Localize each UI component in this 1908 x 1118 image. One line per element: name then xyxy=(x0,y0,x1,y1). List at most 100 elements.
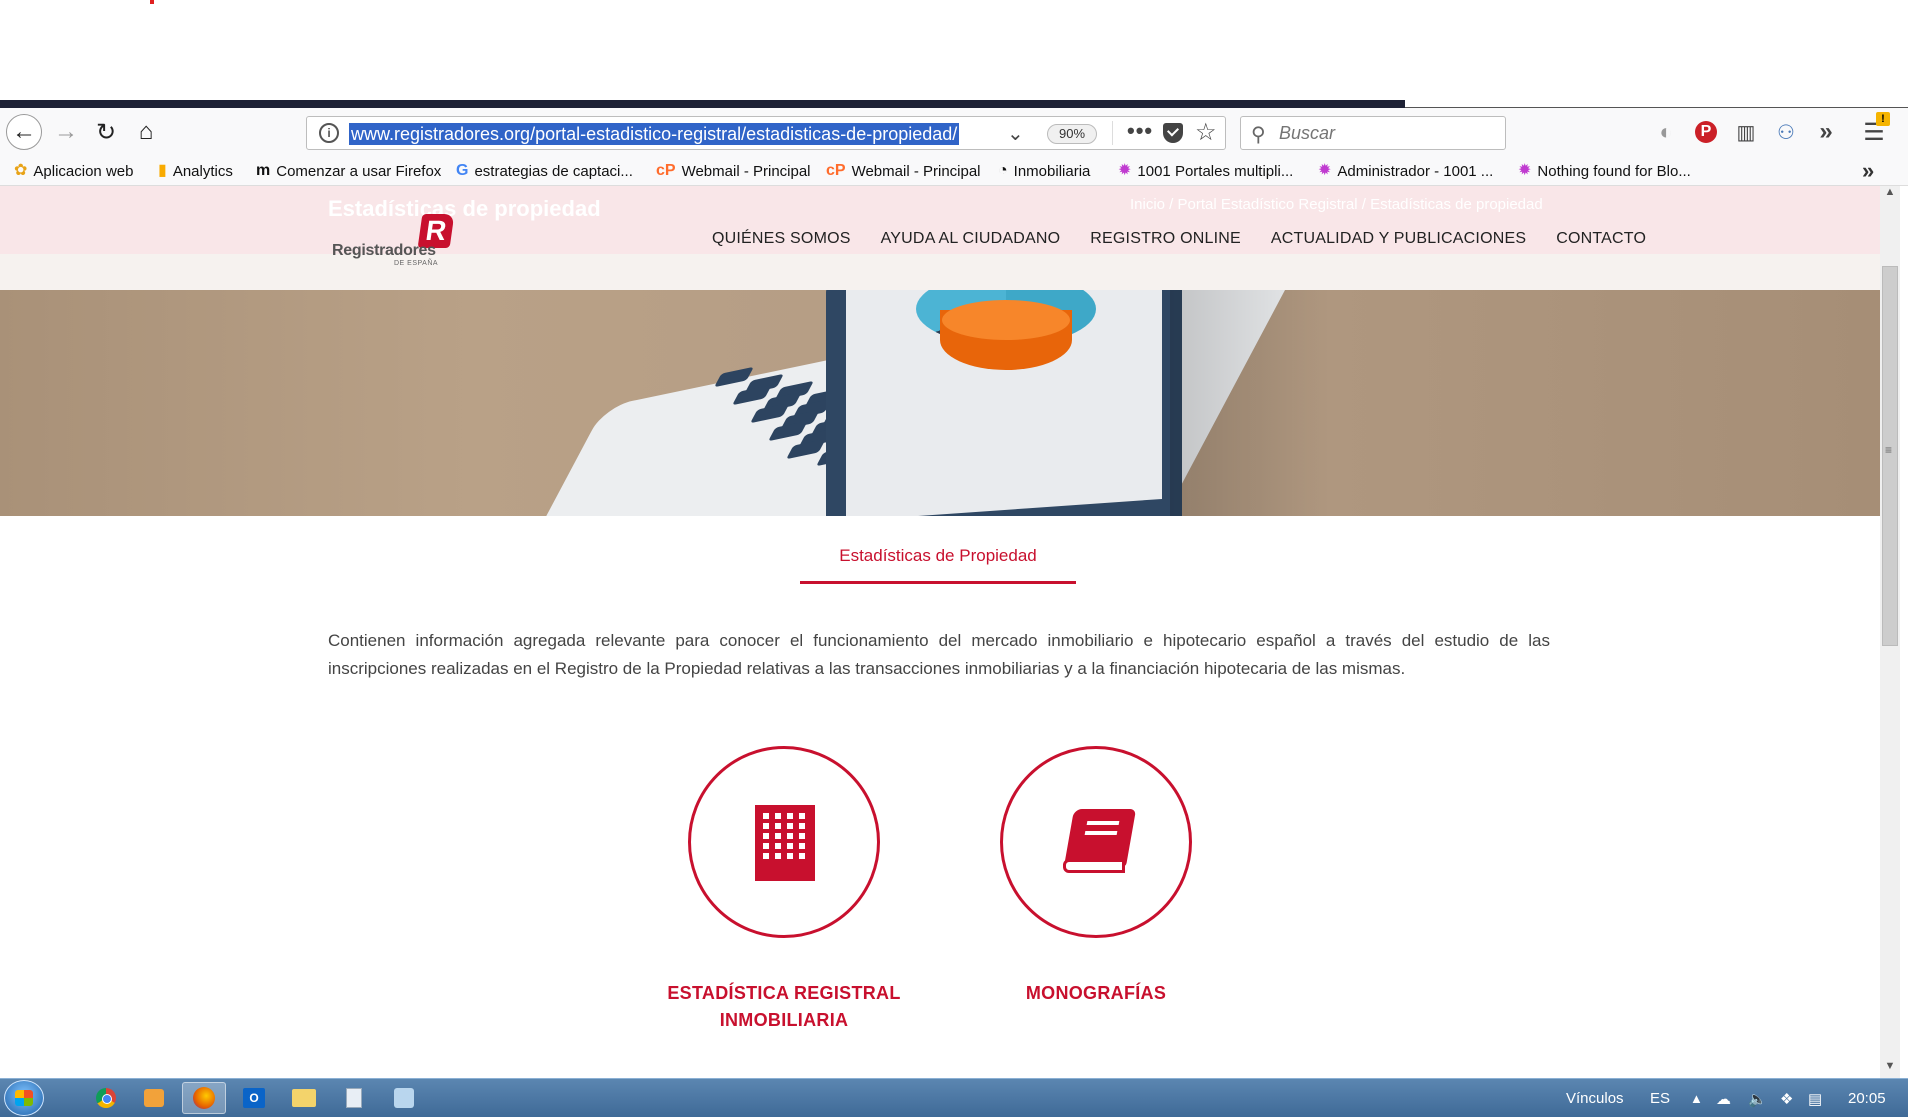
page-actions-icon[interactable]: ••• xyxy=(1127,118,1153,144)
taskbar-firefox[interactable] xyxy=(182,1082,226,1114)
bookmark-item[interactable]: ▮ Analytics xyxy=(158,161,233,181)
folder-icon xyxy=(292,1089,316,1107)
info-icon[interactable]: i xyxy=(319,123,339,143)
building-window xyxy=(799,823,805,829)
building-icon xyxy=(755,805,815,881)
overflow-chevron-icon[interactable]: » xyxy=(1812,118,1840,146)
starburst-icon: ✹ xyxy=(1318,162,1332,179)
search-input[interactable] xyxy=(1279,121,1499,145)
nav-actualidad-publicaciones[interactable]: ACTUALIDAD Y PUBLICACIONES xyxy=(1271,230,1526,248)
start-button[interactable] xyxy=(4,1080,44,1116)
windows-taskbar: O Vínculos ES ▲ ☁ 🔈 ❖ ▤ 20:05 xyxy=(0,1078,1908,1117)
building-window xyxy=(787,853,793,859)
bookmark-item[interactable]: cP Webmail - Principal xyxy=(826,161,981,181)
cpanel-icon: cP xyxy=(656,162,676,179)
taskbar-outlook[interactable]: O xyxy=(232,1082,276,1114)
account-icon[interactable]: ⚇ xyxy=(1772,118,1800,146)
card-label[interactable]: MONOGRAFÍAS xyxy=(966,980,1226,1007)
scroll-down-icon[interactable]: ▼ xyxy=(1880,1060,1900,1078)
building-window xyxy=(799,833,805,839)
zoom-indicator[interactable]: 90% xyxy=(1047,124,1097,144)
library-icon[interactable]: ▥ xyxy=(1732,118,1760,146)
extension-swoosh-icon[interactable]: ◐ xyxy=(1652,118,1680,146)
home-button[interactable]: ⌂ xyxy=(128,114,164,150)
tab-estadisticas-propiedad[interactable]: Estadísticas de Propiedad xyxy=(800,546,1076,584)
card-label[interactable]: ESTADÍSTICA REGISTRAL INMOBILIARIA xyxy=(654,980,914,1034)
building-window xyxy=(775,853,781,859)
scrollbar-thumb[interactable] xyxy=(1882,266,1898,646)
site-header-lower xyxy=(0,254,1880,290)
bookmark-item[interactable]: ✹ Nothing found for Blo... xyxy=(1518,161,1691,181)
taskbar-explorer[interactable] xyxy=(282,1082,326,1114)
hero-banner-image xyxy=(0,290,1880,516)
building-window xyxy=(763,813,769,819)
keyboard-key xyxy=(768,420,808,442)
site-logo[interactable]: R Registradores DE ESPAÑA xyxy=(330,214,460,270)
bookmark-item[interactable]: ✿ Aplicacion web xyxy=(14,161,133,181)
desktop-top-area xyxy=(0,0,1908,100)
window-titlebar xyxy=(0,100,1908,108)
onedrive-icon[interactable]: ☁ xyxy=(1716,1079,1731,1118)
card-circle[interactable] xyxy=(688,746,880,938)
web-page: Estadísticas de propiedad Inicio / Porta… xyxy=(0,186,1880,1078)
building-window xyxy=(775,833,781,839)
address-bar[interactable]: i www.registradores.org/portal-estadisti… xyxy=(306,116,1226,150)
nav-ayuda-ciudadano[interactable]: AYUDA AL CIUDADANO xyxy=(881,230,1061,248)
pocket-icon[interactable] xyxy=(1163,123,1183,143)
nav-quienes-somos[interactable]: QUIÉNES SOMOS xyxy=(712,230,851,248)
search-box[interactable]: ⚲ xyxy=(1240,116,1506,150)
bookmark-item[interactable]: ◔ Inmobiliaria xyxy=(998,161,1090,181)
search-icon: ⚲ xyxy=(1251,124,1266,146)
chrome-icon xyxy=(96,1088,116,1108)
taskbar-media-player[interactable] xyxy=(132,1082,176,1114)
keyboard-key xyxy=(786,438,826,460)
volume-icon[interactable]: 🔈 xyxy=(1748,1079,1767,1118)
building-window xyxy=(763,823,769,829)
nav-contacto[interactable]: CONTACTO xyxy=(1556,230,1646,248)
bookmarks-overflow-icon[interactable]: » xyxy=(1862,158,1874,184)
tray-expand-icon[interactable]: ▲ xyxy=(1690,1079,1703,1118)
forward-button[interactable]: → xyxy=(48,114,84,150)
bookmark-item[interactable]: ✹ Administrador - 1001 ... xyxy=(1318,161,1493,181)
taskbar-document[interactable] xyxy=(332,1082,376,1114)
url-text[interactable]: www.registradores.org/portal-estadistico… xyxy=(349,123,960,145)
bookmark-item[interactable]: m Comenzar a usar Firefox xyxy=(256,161,441,181)
card-estadistica-registral[interactable]: ESTADÍSTICA REGISTRAL INMOBILIARIA xyxy=(654,746,914,1034)
firefox-icon xyxy=(193,1087,215,1109)
links-toolbar[interactable]: Vínculos xyxy=(1566,1079,1624,1118)
breadcrumb[interactable]: Inicio / Portal Estadístico Registral / … xyxy=(1130,196,1543,213)
taskbar-paint[interactable] xyxy=(382,1082,426,1114)
nav-registro-online[interactable]: REGISTRO ONLINE xyxy=(1090,230,1241,248)
hamburger-menu-icon[interactable]: ☰! xyxy=(1860,112,1890,146)
language-indicator[interactable]: ES xyxy=(1650,1079,1670,1118)
building-window xyxy=(787,843,793,849)
bookmark-star-icon[interactable]: ☆ xyxy=(1195,118,1217,147)
clock[interactable]: 20:05 xyxy=(1848,1079,1886,1118)
outlook-icon: O xyxy=(243,1088,265,1108)
bookmark-item[interactable]: Gestrategias de captaci... xyxy=(456,161,633,181)
analytics-icon: ▮ xyxy=(158,162,167,179)
pinterest-icon[interactable]: P xyxy=(1692,118,1720,146)
page-scrollbar[interactable]: ▲ ▼ xyxy=(1880,186,1900,1078)
bookmark-item[interactable]: cP Webmail - Principal xyxy=(656,161,811,181)
logo-subtitle: DE ESPAÑA xyxy=(394,260,439,267)
dropbox-icon[interactable]: ❖ xyxy=(1780,1079,1793,1118)
building-window xyxy=(775,823,781,829)
taskbar-chrome[interactable] xyxy=(84,1082,128,1114)
network-icon[interactable]: ▤ xyxy=(1808,1079,1822,1118)
building-window xyxy=(787,813,793,819)
building-window xyxy=(775,813,781,819)
reload-icon: ↻ xyxy=(95,118,117,146)
building-window xyxy=(775,843,781,849)
bookmark-item[interactable]: ✹ 1001 Portales multipli... xyxy=(1118,161,1293,181)
chevron-down-icon[interactable]: ⌄ xyxy=(1007,121,1024,146)
card-circle[interactable] xyxy=(1000,746,1192,938)
scroll-up-icon[interactable]: ▲ xyxy=(1880,186,1900,204)
home-icon: ⌂ xyxy=(138,118,154,145)
back-button[interactable]: ← xyxy=(6,114,42,150)
building-window xyxy=(787,833,793,839)
building-window xyxy=(763,853,769,859)
card-monografias[interactable]: MONOGRAFÍAS xyxy=(966,746,1226,1007)
reload-button[interactable]: ↻ xyxy=(88,114,124,150)
m-icon: m xyxy=(256,162,271,179)
